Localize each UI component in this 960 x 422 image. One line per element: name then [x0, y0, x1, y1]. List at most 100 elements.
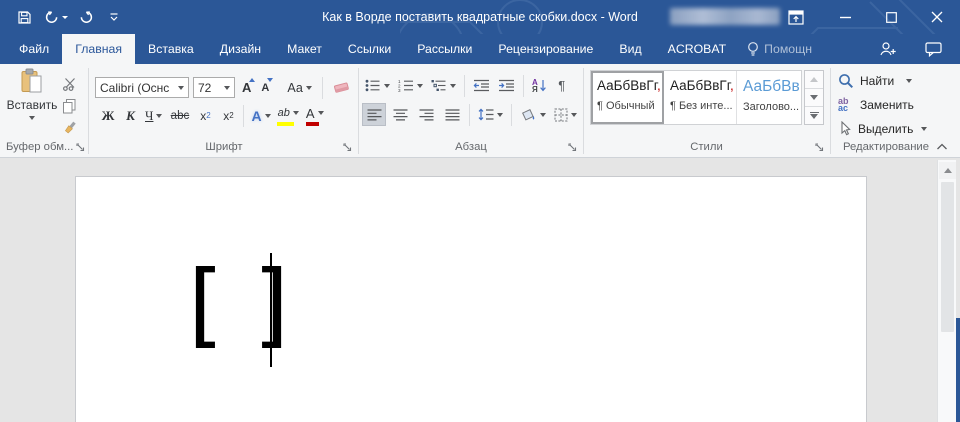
minimize-button[interactable] — [828, 4, 862, 30]
justify-button[interactable] — [440, 103, 464, 126]
bold-button[interactable]: Ж — [97, 104, 119, 127]
customize-quick-access-button[interactable] — [106, 10, 122, 24]
strikethrough-button[interactable]: abc — [166, 104, 193, 127]
style-card-no-spacing[interactable]: АаБбВвГг, ¶ Без инте... — [664, 71, 737, 124]
borders-button[interactable] — [551, 103, 580, 126]
underline-button[interactable]: Ч — [142, 104, 165, 127]
highlight-caret-icon — [293, 111, 299, 115]
redo-button[interactable] — [76, 8, 96, 26]
grow-font-button[interactable]: А — [239, 76, 254, 99]
font-name-combo[interactable]: Calibri (Оснс — [95, 77, 189, 98]
group-separator — [583, 68, 584, 154]
styles-gallery-more-button[interactable] — [805, 107, 823, 124]
scrollbar-thumb[interactable] — [941, 182, 954, 332]
font-row-2: Ж К Ч abc x2 x2 А ab А — [97, 104, 327, 127]
numbered-list-icon: 123 — [398, 79, 414, 92]
numbering-button[interactable]: 123 — [395, 74, 426, 97]
shrink-font-button[interactable]: А — [258, 76, 272, 99]
lightbulb-icon — [747, 41, 759, 57]
scissors-icon — [62, 77, 78, 91]
vertical-scrollbar[interactable] — [937, 160, 956, 422]
mini-separator — [464, 75, 465, 97]
redo-icon — [79, 10, 94, 24]
tab-design[interactable]: Дизайн — [207, 34, 274, 64]
paragraph-dialog-launcher[interactable] — [567, 142, 578, 153]
close-button[interactable] — [920, 4, 954, 30]
replace-button[interactable]: ab ac Заменить — [838, 96, 927, 114]
show-formatting-marks-button[interactable]: ¶ — [552, 74, 572, 97]
styles-dialog-launcher[interactable] — [814, 142, 825, 153]
font-size-combo[interactable]: 72 — [193, 77, 235, 98]
align-right-button[interactable] — [414, 103, 438, 126]
dialog-launcher-icon — [567, 142, 578, 153]
line-spacing-button[interactable] — [475, 103, 506, 126]
document-area: [ ] — [0, 159, 960, 422]
line-spacing-icon — [478, 108, 494, 121]
tab-mailings[interactable]: Рассылки — [404, 34, 485, 64]
text-effects-button[interactable]: А — [248, 104, 273, 127]
maximize-button[interactable] — [874, 4, 908, 30]
sort-button[interactable]: А Я — [529, 74, 550, 97]
style-card-heading1[interactable]: АаБбВвГг Заголово... — [737, 71, 801, 124]
italic-glyph: К — [126, 108, 135, 124]
mini-separator — [511, 104, 512, 126]
tab-review[interactable]: Рецензирование — [485, 34, 606, 64]
group-separator — [88, 68, 89, 154]
dialog-launcher-icon — [814, 142, 825, 153]
document-page[interactable]: [ ] — [75, 176, 867, 422]
multilevel-caret-icon — [450, 84, 456, 88]
change-case-button[interactable]: Аа — [284, 76, 314, 99]
scrollbar-up-button[interactable] — [939, 162, 956, 179]
clear-formatting-button[interactable] — [330, 76, 353, 99]
find-label: Найти — [860, 74, 894, 88]
copy-button[interactable] — [59, 94, 80, 117]
undo-button[interactable] — [42, 8, 70, 26]
increase-indent-button[interactable] — [495, 74, 518, 97]
underline-caret-icon — [156, 114, 162, 118]
tab-layout[interactable]: Макет — [274, 34, 335, 64]
tab-acrobat[interactable]: ACROBAT — [655, 34, 740, 64]
collapse-ribbon-button[interactable] — [936, 143, 948, 151]
cut-button[interactable] — [59, 72, 81, 95]
replace-label: Заменить — [860, 98, 914, 112]
superscript-button[interactable]: x2 — [217, 104, 239, 127]
highlight-button[interactable]: ab — [275, 104, 302, 127]
shrink-caret-icon — [267, 78, 273, 82]
align-left-button[interactable] — [362, 103, 386, 126]
tab-tell-me[interactable]: Помощн — [739, 34, 825, 64]
find-button[interactable]: Найти — [838, 72, 927, 90]
style-card-normal[interactable]: АаБбВвГг, ¶ Обычный — [591, 71, 664, 124]
save-button[interactable] — [14, 8, 34, 26]
font-size-caret-icon — [224, 86, 230, 90]
paste-button[interactable]: Вставить — [3, 67, 61, 137]
font-dialog-launcher[interactable] — [342, 142, 353, 153]
font-color-button[interactable]: А — [303, 104, 327, 127]
multilevel-list-button[interactable] — [428, 74, 459, 97]
format-painter-button[interactable] — [59, 116, 81, 139]
tab-file[interactable]: Файл — [6, 34, 62, 64]
select-button[interactable]: Выделить — [838, 120, 927, 138]
window-title: Как в Ворде поставить квадратные скобки.… — [0, 0, 960, 34]
undo-icon — [44, 10, 59, 24]
subscript-button[interactable]: x2 — [194, 104, 216, 127]
shading-button[interactable] — [517, 103, 549, 126]
tab-references[interactable]: Ссылки — [335, 34, 404, 64]
align-center-button[interactable] — [388, 103, 412, 126]
ribbon-display-options-button[interactable] — [784, 7, 808, 27]
decrease-indent-button[interactable] — [470, 74, 493, 97]
tab-insert[interactable]: Вставка — [135, 34, 207, 64]
tab-home[interactable]: Главная — [62, 34, 135, 64]
styles-scroll-down-button[interactable] — [805, 89, 823, 107]
strikethrough-glyph: abc — [171, 110, 190, 122]
styles-scroll-up-button[interactable] — [805, 71, 823, 89]
clipboard-dialog-launcher[interactable] — [75, 142, 86, 153]
paint-bucket-icon — [520, 108, 537, 122]
share-button[interactable] — [874, 38, 902, 60]
comments-button[interactable] — [918, 38, 948, 60]
tab-view[interactable]: Вид — [606, 34, 654, 64]
bullets-button[interactable] — [362, 74, 393, 97]
italic-button[interactable]: К — [120, 104, 141, 127]
editing-group-label: Редактирование — [836, 141, 936, 153]
change-case-caret-icon — [306, 86, 312, 90]
titlebar: Как в Ворде поставить квадратные скобки.… — [0, 0, 960, 34]
